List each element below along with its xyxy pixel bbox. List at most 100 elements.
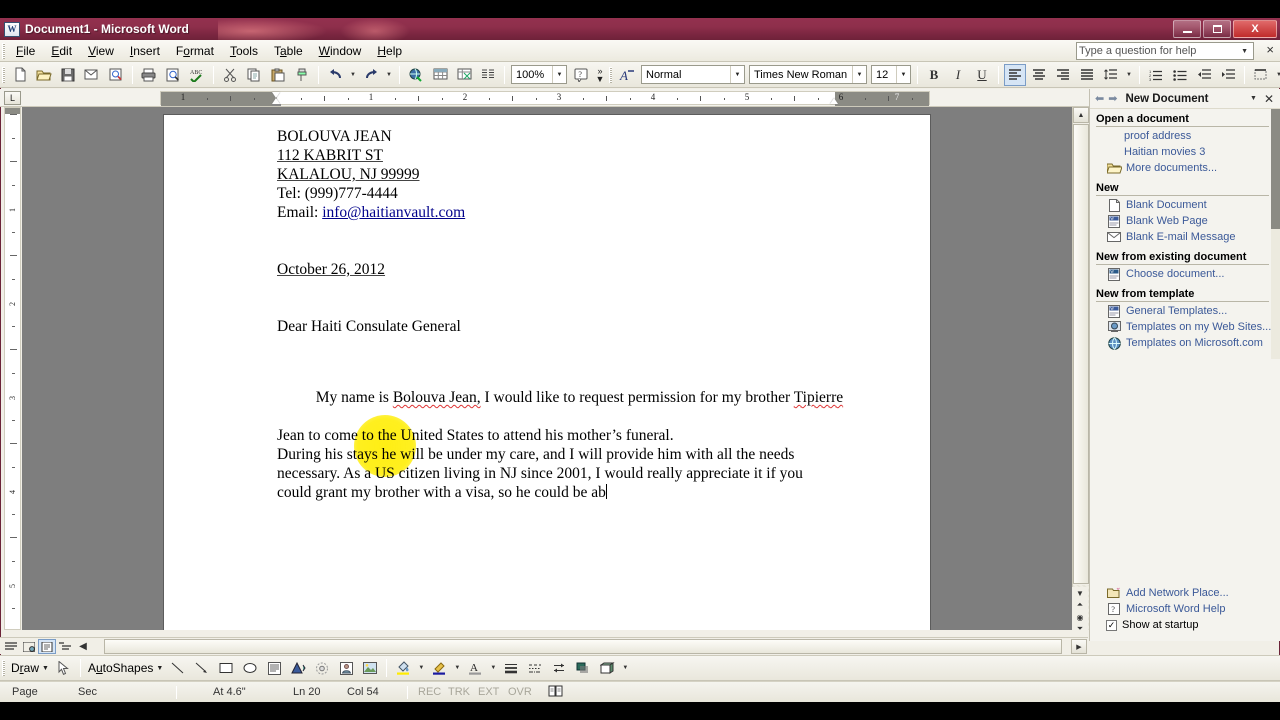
line-style-icon[interactable] [500,657,522,679]
font-size-dropdown-icon[interactable]: ▼ [896,66,910,83]
tab-selector-button[interactable]: L [4,91,21,105]
arrow-style-icon[interactable] [548,657,570,679]
font-size-combo[interactable]: 12 ▼ [871,65,911,84]
spelling-status-icon[interactable] [546,684,565,700]
fill-color-icon[interactable] [392,657,414,679]
arrow-icon[interactable] [191,657,213,679]
status-rec[interactable]: REC [416,686,446,698]
browse-object-controls[interactable]: ▼ ⏶ ◉ ⏷ [1072,587,1088,635]
reading-view-icon[interactable]: ◀ [74,639,92,654]
horizontal-scrollbar[interactable]: ◀ ▶ [0,637,1088,654]
underline-button[interactable]: U [971,64,993,86]
drawing-toolbar-grip[interactable] [2,660,5,676]
text-box-icon[interactable] [263,657,285,679]
menu-format[interactable]: Format [168,42,222,60]
bullets-icon[interactable] [1169,64,1191,86]
vertical-scrollbar[interactable]: ▲ [1072,107,1089,630]
insert-table-icon[interactable] [429,64,451,86]
scroll-right-icon[interactable]: ▶ [1071,639,1087,654]
scroll-down-icon[interactable]: ▼ [1072,587,1088,599]
menu-bar-close-icon[interactable]: × [1266,43,1274,56]
border-dropdown-icon[interactable]: ▼ [1274,64,1280,86]
select-browse-object-icon[interactable]: ◉ [1072,611,1088,623]
normal-view-icon[interactable] [2,639,20,654]
font-combo[interactable]: Times New Roman ▼ [749,65,867,84]
font-color-icon[interactable]: A [464,657,486,679]
select-objects-icon[interactable] [53,657,75,679]
align-center-icon[interactable] [1028,64,1050,86]
close-icon[interactable]: ✕ [1261,92,1277,106]
menu-edit[interactable]: Edit [43,42,80,60]
show-at-startup-checkbox[interactable]: ✓ [1106,619,1117,631]
menu-insert[interactable]: Insert [122,42,168,60]
undo-dropdown-arrow-icon[interactable]: ▼ [348,64,358,86]
autoshapes-menu-button[interactable]: AutoShapes [85,661,156,675]
copy-icon[interactable] [243,64,265,86]
menu-view[interactable]: View [80,42,122,60]
print-preview-icon[interactable] [162,64,184,86]
bold-button[interactable]: B [923,64,945,86]
line-color-dropdown-icon[interactable]: ▼ [452,657,462,679]
menu-tools[interactable]: Tools [222,42,266,60]
document-page[interactable]: BOLOUVA JEAN 112 KABRIT ST KALALOU, NJ 9… [163,114,931,630]
style-dropdown-icon[interactable]: ▼ [730,66,744,83]
task-pane-item-more-documents[interactable]: More documents... [1096,160,1280,176]
new-document-icon[interactable] [9,64,31,86]
insert-excel-table-icon[interactable] [453,64,475,86]
menu-help[interactable]: Help [369,42,410,60]
rectangle-icon[interactable] [215,657,237,679]
styles-and-formatting-icon[interactable]: A [616,64,638,86]
task-pane-item-blank-email-message[interactable]: Blank E-mail Message [1096,229,1280,245]
next-page-icon[interactable]: ⏷ [1072,623,1088,635]
decrease-indent-icon[interactable] [1193,64,1215,86]
first-line-indent-marker[interactable] [272,92,281,106]
right-indent-marker[interactable] [830,92,839,106]
task-pane-item-proof-address[interactable]: proof address [1096,128,1280,144]
font-color-dropdown-icon[interactable]: ▼ [488,657,498,679]
font-dropdown-icon[interactable]: ▼ [852,66,866,83]
word-help-icon[interactable]: ? [570,64,592,86]
task-pane-scroll-thumb[interactable] [1271,109,1280,229]
align-right-icon[interactable] [1052,64,1074,86]
restore-button[interactable] [1203,20,1231,38]
line-spacing-icon[interactable] [1100,64,1122,86]
line-color-icon[interactable] [428,657,450,679]
autoshapes-dropdown-icon[interactable]: ▼ [156,665,166,672]
forward-arrow-icon[interactable]: ➡ [1106,92,1119,105]
print-layout-view-icon[interactable] [38,639,56,654]
zoom-combo[interactable]: 100% ▼ [511,65,567,84]
vertical-scroll-thumb[interactable] [1073,124,1089,584]
dash-style-icon[interactable] [524,657,546,679]
menu-table[interactable]: Table [266,42,311,60]
back-arrow-icon[interactable]: ⬅ [1093,92,1106,105]
standard-toolbar-grip[interactable] [2,66,5,83]
horizontal-ruler[interactable]: L 1 1 2 3 4 5 6 7 [0,89,1280,107]
columns-icon[interactable] [477,64,499,86]
insert-hyperlink-icon[interactable] [405,64,427,86]
undo-icon[interactable] [324,64,346,86]
menu-file[interactable]: File [8,42,43,60]
format-painter-icon[interactable] [291,64,313,86]
ruler-strip[interactable]: 1 1 2 3 4 5 6 7 [160,91,930,106]
status-ext[interactable]: EXT [476,686,506,698]
horizontal-scroll-thumb[interactable] [104,639,1062,654]
email-icon[interactable] [81,64,103,86]
zoom-dropdown-icon[interactable]: ▼ [552,66,566,83]
save-icon[interactable] [57,64,79,86]
numbering-icon[interactable]: 123 [1145,64,1167,86]
3d-style-icon[interactable] [596,657,618,679]
line-icon[interactable] [167,657,189,679]
task-pane-item-microsoft-word-help[interactable]: ? Microsoft Word Help [1096,601,1279,617]
task-pane-item-choose-document[interactable]: W Choose document... [1096,266,1280,282]
task-pane-item-add-network-place[interactable]: Add Network Place... [1096,585,1279,601]
align-left-icon[interactable] [1004,63,1026,86]
chevron-down-icon[interactable]: ▼ [1246,95,1261,102]
task-pane-item-haitian-movies-3[interactable]: Haitian movies 3 [1096,144,1280,160]
ask-a-question-box[interactable]: Type a question for help ▼ [1076,42,1254,60]
menu-bar-grip[interactable] [2,42,5,59]
draw-dropdown-icon[interactable]: ▼ [42,665,52,672]
show-at-startup-row[interactable]: ✓ Show at startup [1096,617,1279,633]
clip-art-icon[interactable] [335,657,357,679]
outline-view-icon[interactable] [56,639,74,654]
open-icon[interactable] [33,64,55,86]
